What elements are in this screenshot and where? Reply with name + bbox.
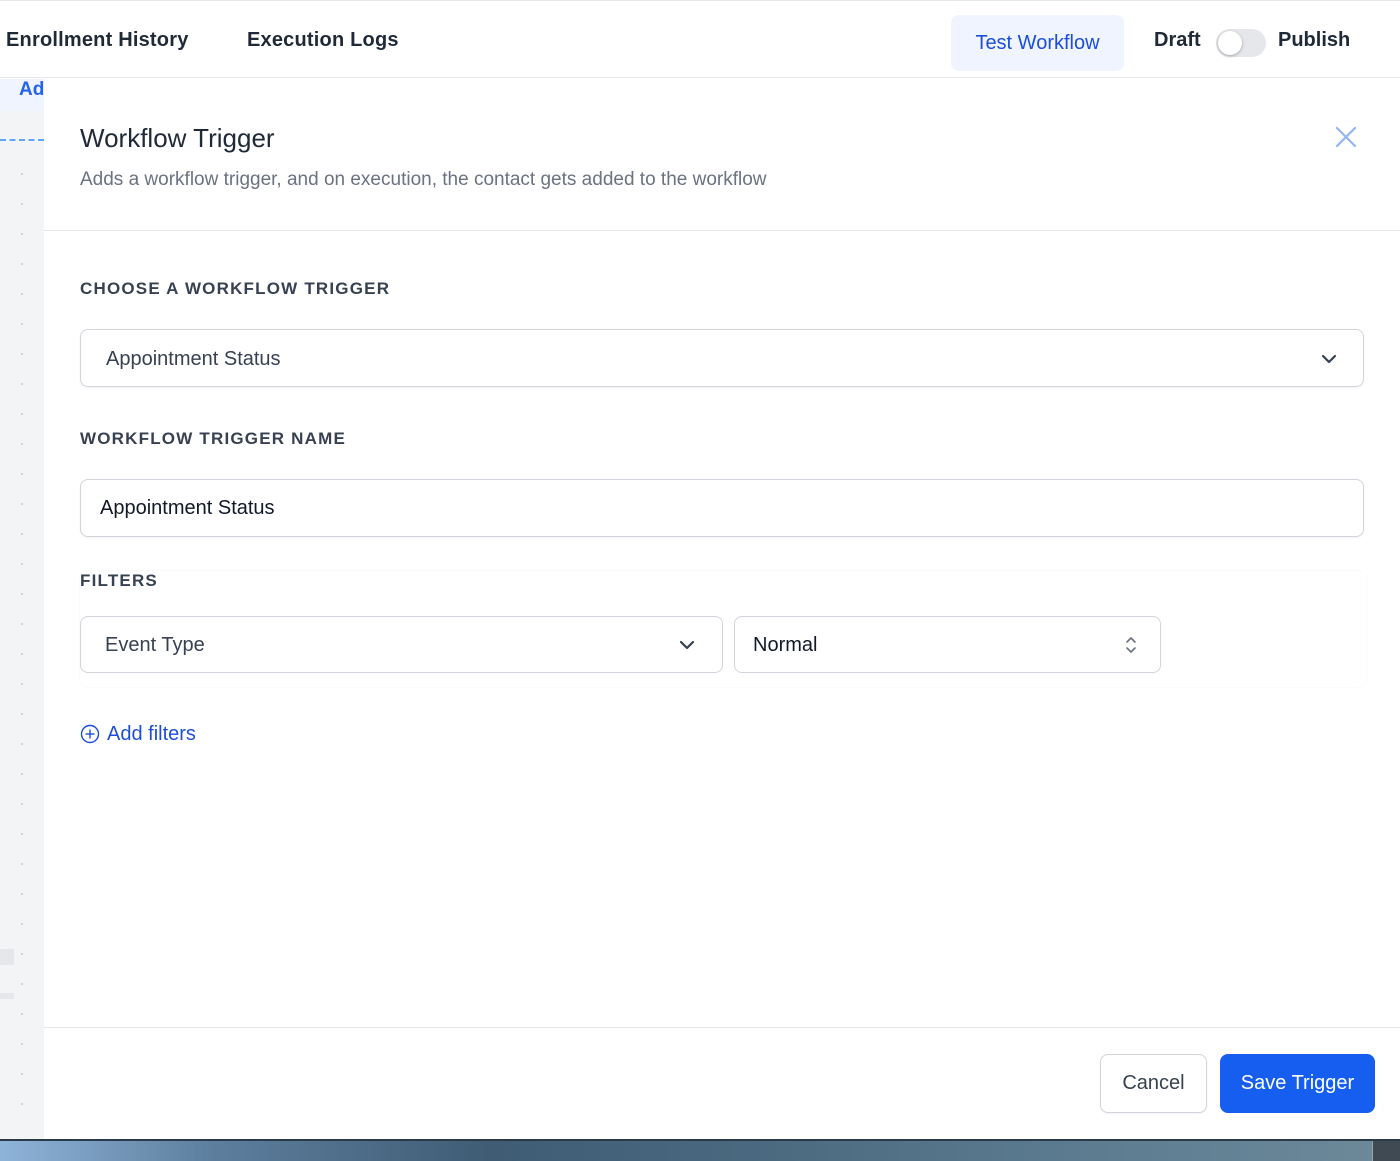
select-updown-icon (1126, 637, 1136, 653)
canvas-connector-line (0, 139, 44, 141)
canvas-partial-label: Ad (19, 79, 44, 100)
publish-toggle[interactable] (1216, 29, 1266, 57)
test-workflow-button[interactable]: Test Workflow (951, 15, 1124, 71)
trigger-type-select[interactable]: Appointment Status (80, 329, 1364, 387)
choose-trigger-label: CHOOSE A WORKFLOW TRIGGER (80, 279, 391, 298)
workflow-header: Enrollment History Execution Logs Test W… (0, 0, 1400, 78)
tab-execution-logs[interactable]: Execution Logs (247, 29, 399, 52)
close-icon[interactable] (1332, 123, 1360, 151)
draft-label: Draft (1154, 29, 1201, 51)
add-filters-button[interactable]: Add filters (80, 721, 196, 747)
canvas-partial-node: Ad (0, 79, 44, 111)
chevron-down-icon (1321, 354, 1337, 364)
taskbar-corner-button[interactable] (1372, 1141, 1400, 1161)
trigger-name-input[interactable] (80, 479, 1364, 537)
drawer-footer: Cancel Save Trigger (44, 1027, 1400, 1139)
cancel-button[interactable]: Cancel (1100, 1054, 1207, 1113)
filter-value-select[interactable]: Normal (734, 616, 1161, 673)
filter-field-select[interactable]: Event Type (80, 616, 723, 673)
toggle-knob (1218, 31, 1242, 55)
save-trigger-button[interactable]: Save Trigger (1220, 1054, 1375, 1113)
taskbar-strip (0, 1139, 1400, 1161)
workflow-canvas-background: Ad (0, 79, 44, 1139)
drawer-header: Workflow Trigger Adds a workflow trigger… (44, 79, 1400, 231)
publish-label: Publish (1278, 29, 1351, 51)
add-filters-label: Add filters (107, 722, 196, 745)
tab-enrollment-history[interactable]: Enrollment History (6, 29, 189, 52)
filter-field-value: Event Type (105, 634, 205, 656)
plus-circle-icon (80, 724, 100, 744)
trigger-type-value: Appointment Status (106, 348, 281, 370)
canvas-element (0, 993, 14, 999)
drawer-title: Workflow Trigger (80, 123, 275, 153)
trigger-name-label: WORKFLOW TRIGGER NAME (80, 429, 347, 448)
workflow-trigger-drawer: Workflow Trigger Adds a workflow trigger… (44, 79, 1400, 1139)
filters-label: FILTERS (80, 571, 158, 590)
canvas-dot-grid (21, 159, 23, 1119)
filter-value-text: Normal (753, 634, 818, 656)
drawer-subtitle: Adds a workflow trigger, and on executio… (80, 169, 767, 190)
canvas-element (0, 949, 14, 965)
chevron-down-icon (679, 640, 695, 650)
